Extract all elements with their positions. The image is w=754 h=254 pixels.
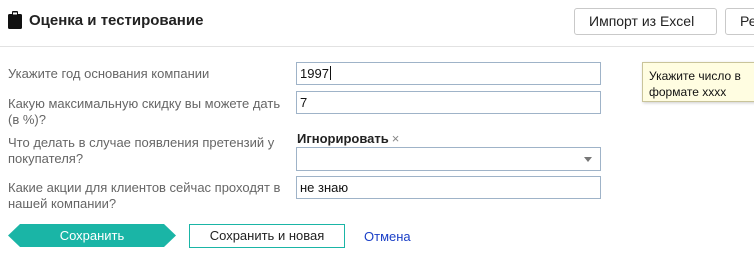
chevron-down-icon[interactable] bbox=[584, 157, 592, 162]
discount-input[interactable]: 7 bbox=[296, 91, 601, 114]
input-value: не знаю bbox=[300, 180, 349, 195]
field-label-founding-year: Укажите год основания компании bbox=[8, 66, 210, 81]
text-cursor bbox=[329, 66, 331, 80]
header: Оценка и тестирование Импорт из Excel Ре bbox=[0, 0, 754, 47]
clipboard-icon bbox=[8, 11, 22, 29]
claims-select[interactable] bbox=[296, 147, 601, 171]
tag-label: Игнорировать bbox=[297, 131, 389, 146]
field-label-discount: Какую максимальную скидку вы можете дать… bbox=[8, 96, 281, 127]
field-label-promotions: Какие акции для клиентов сейчас проходят… bbox=[8, 180, 281, 211]
hint-tooltip: Укажите число в формате хххх bbox=[642, 62, 754, 102]
founding-year-input[interactable]: 1997 bbox=[296, 62, 601, 85]
selected-tag: Игнорировать × bbox=[297, 131, 399, 146]
page-title: Оценка и тестирование bbox=[29, 12, 204, 29]
save-and-new-button[interactable]: Сохранить и новая bbox=[189, 224, 345, 248]
re-button[interactable]: Ре bbox=[725, 8, 754, 35]
input-value: 7 bbox=[300, 95, 308, 110]
save-button-label: Сохранить bbox=[59, 228, 125, 243]
save-button[interactable]: Сохранить bbox=[8, 224, 176, 247]
remove-tag-icon[interactable]: × bbox=[392, 131, 400, 146]
field-label-claims: Что делать в случае появления претензий … bbox=[8, 135, 275, 166]
input-value: 1997 bbox=[300, 66, 329, 81]
cancel-link[interactable]: Отмена bbox=[364, 229, 411, 244]
import-excel-button[interactable]: Импорт из Excel bbox=[574, 8, 717, 35]
promotions-input[interactable]: не знаю bbox=[296, 176, 601, 199]
